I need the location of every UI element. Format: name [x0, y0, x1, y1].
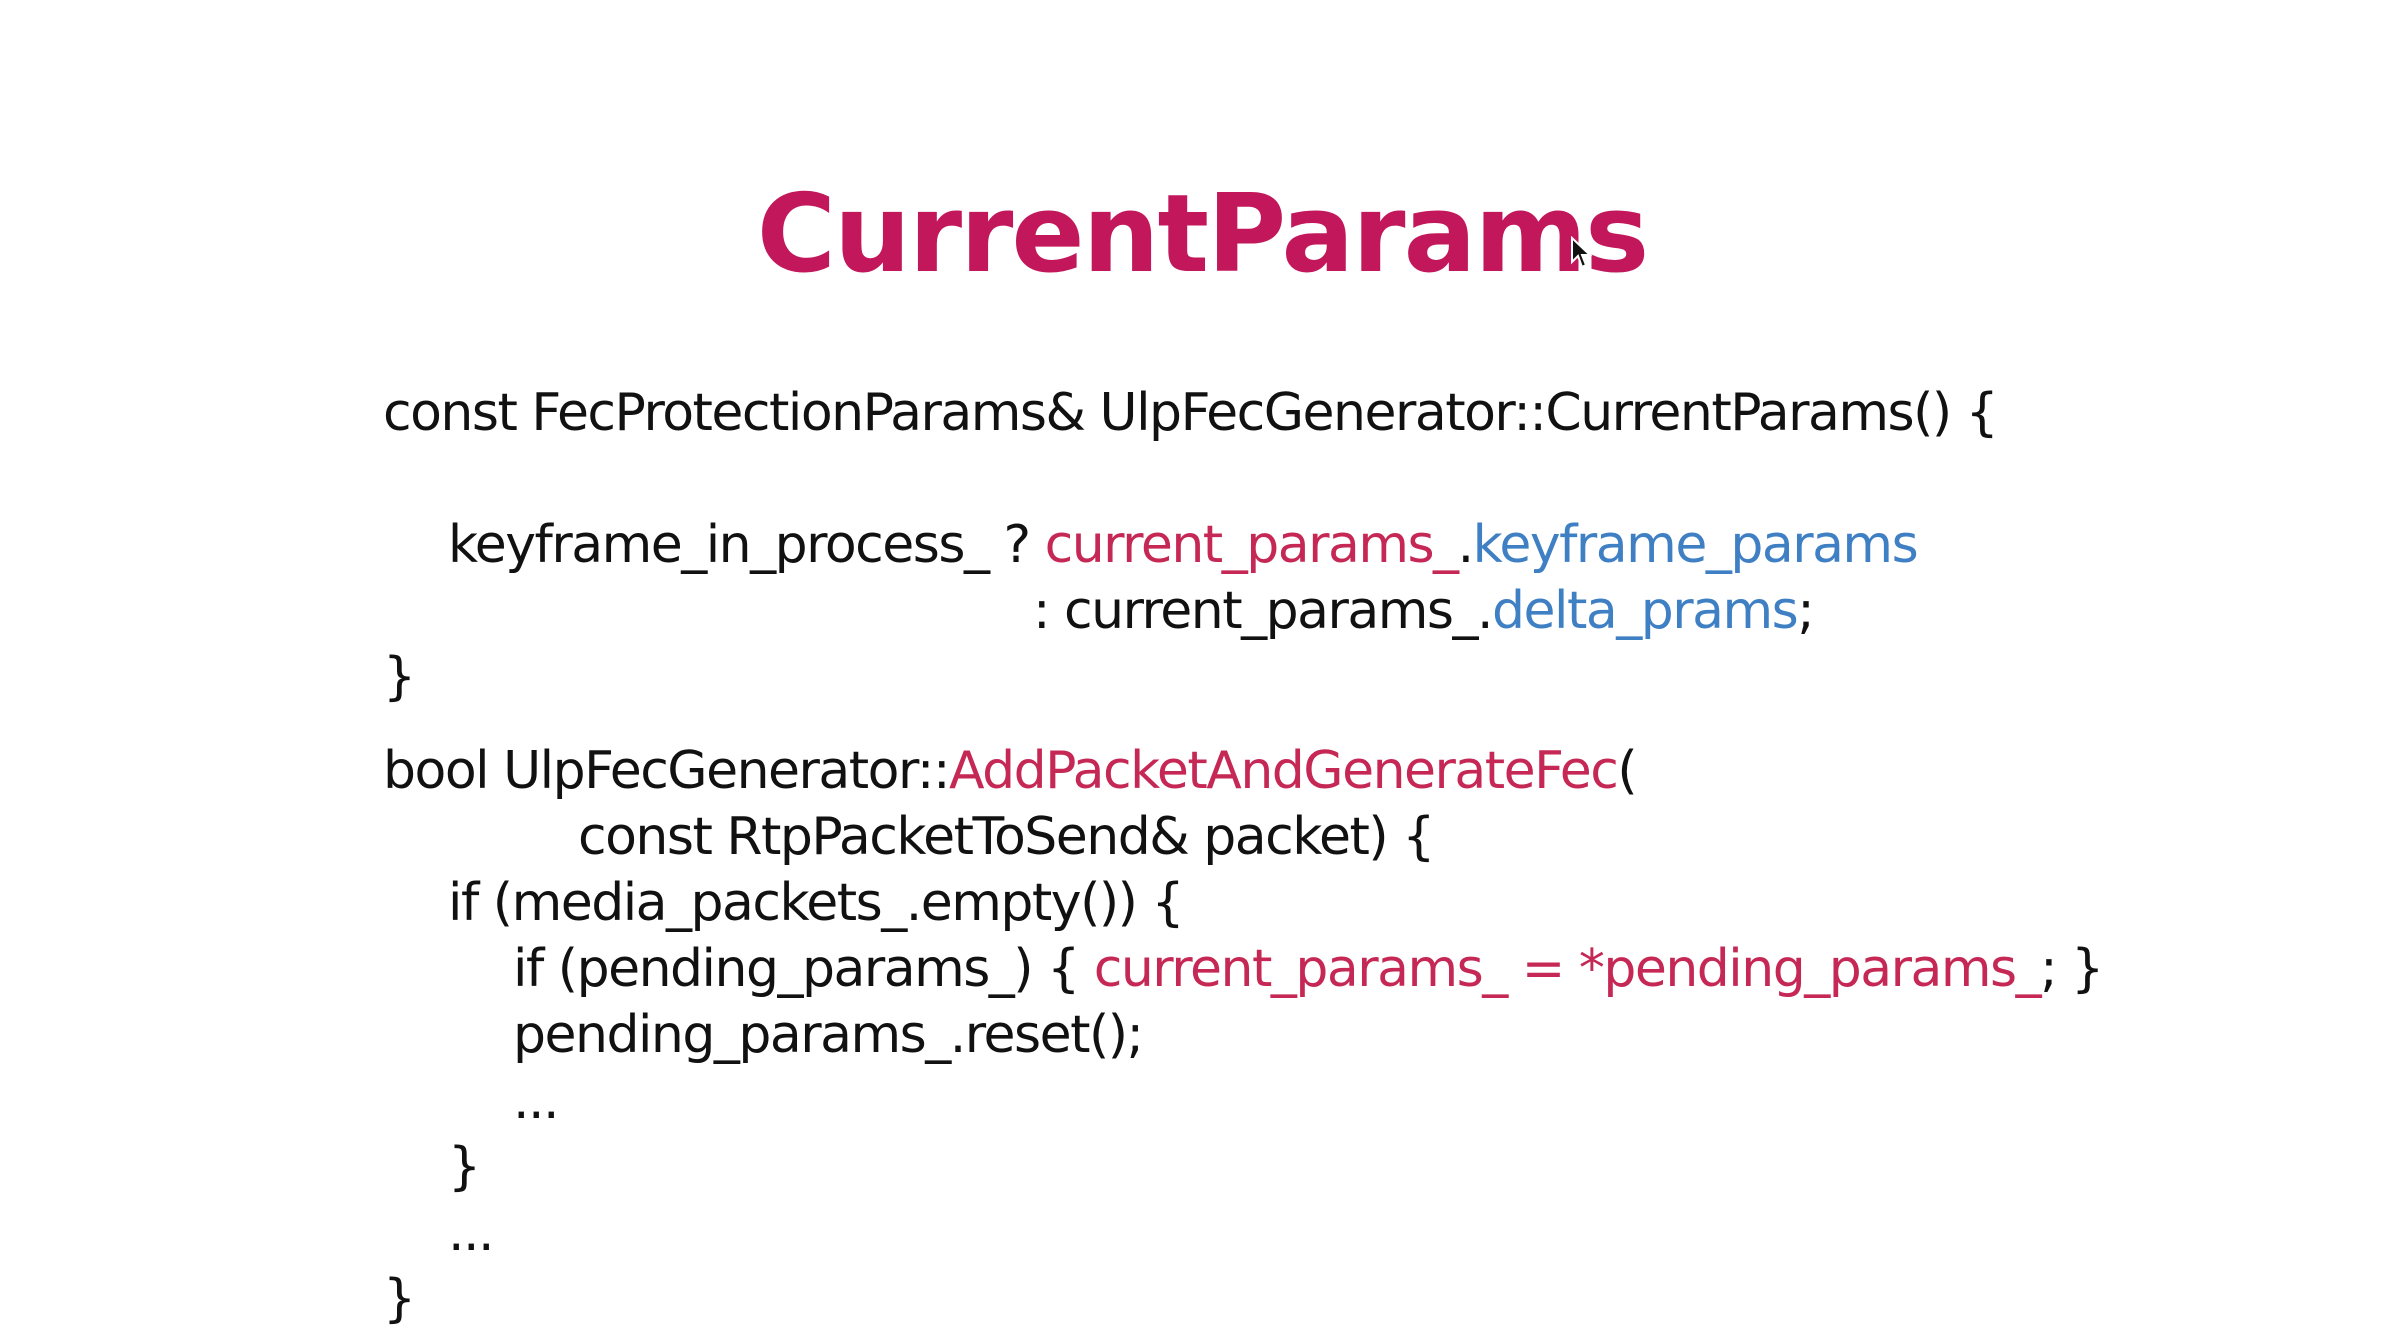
code-token: if (media_packets_.empty()) {	[448, 873, 1185, 933]
code-line: : current_params_.delta_prams;	[1033, 576, 1815, 646]
code-token: .	[1457, 515, 1475, 575]
code-token: bool UlpFecGenerator::	[383, 741, 950, 801]
code-line: const RtpPacketToSend& packet) {	[578, 802, 1435, 872]
code-token: AddPacketAndGenerateFec	[948, 741, 1619, 801]
code-line: if (media_packets_.empty()) {	[448, 868, 1185, 938]
code-token: ...	[513, 1071, 560, 1131]
code-line: }	[383, 1264, 416, 1334]
code-line: bool UlpFecGenerator::AddPacketAndGenera…	[383, 736, 1638, 806]
code-token: keyframe_in_process_ ?	[448, 515, 1045, 575]
code-line: ...	[448, 1198, 495, 1268]
code-line: }	[448, 1132, 481, 1202]
code-line: pending_params_.reset();	[513, 1000, 1144, 1070]
code-token: delta_prams	[1492, 581, 1799, 641]
code-line: ...	[513, 1066, 560, 1136]
code-token: keyframe_params	[1472, 515, 1919, 575]
slide: CurrentParams const FecProtectionParams&…	[0, 0, 2404, 1340]
code-line: const FecProtectionParams& UlpFecGenerat…	[383, 378, 1999, 448]
code-token: ;	[1797, 581, 1815, 641]
code-line: }	[383, 642, 416, 712]
code-token: current_params_ = *pending_params_	[1093, 939, 2042, 999]
code-token: (	[1617, 741, 1637, 801]
code-token: }	[383, 647, 416, 707]
slide-title: CurrentParams	[756, 172, 1650, 297]
mouse-pointer-icon	[1571, 236, 1593, 269]
code-token: ; }	[2040, 939, 2104, 999]
code-line: if (pending_params_) { current_params_ =…	[513, 934, 2104, 1004]
code-token: }	[448, 1137, 481, 1197]
code-token: }	[383, 1269, 416, 1329]
code-token: const FecProtectionParams& UlpFecGenerat…	[383, 383, 1999, 443]
code-token: pending_params_.reset();	[513, 1005, 1144, 1065]
code-token: const RtpPacketToSend& packet) {	[578, 807, 1435, 867]
code-token: ...	[448, 1203, 495, 1263]
code-token: current_params_	[1044, 515, 1459, 575]
code-line: keyframe_in_process_ ? current_params_.k…	[448, 510, 1919, 580]
code-token: if (pending_params_) {	[513, 939, 1094, 999]
code-token: : current_params_.	[1033, 581, 1494, 641]
